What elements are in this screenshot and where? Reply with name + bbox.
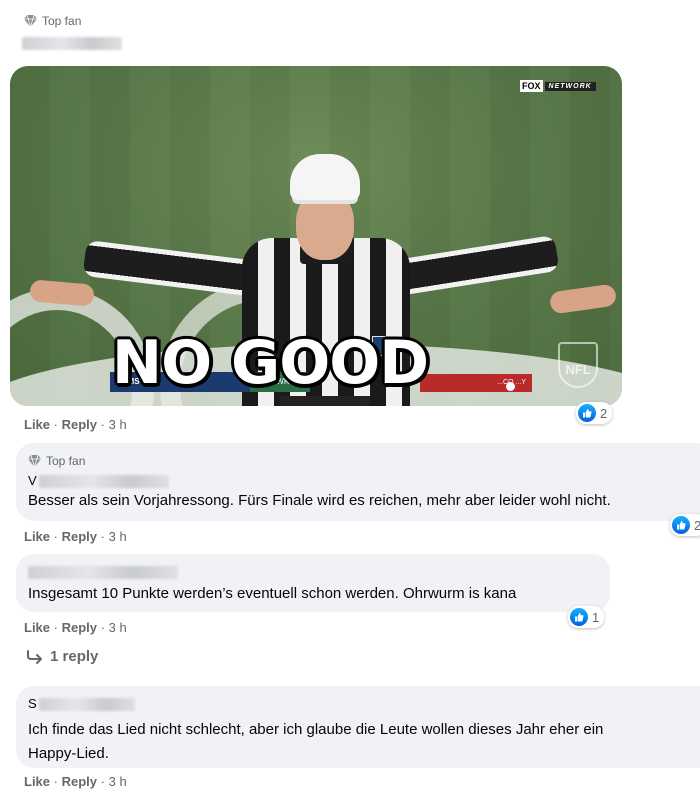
like-icon (672, 516, 690, 534)
reaction-count: 2 (600, 405, 608, 421)
separator: · (53, 620, 58, 635)
separator: · (53, 417, 58, 432)
top-fan-label: Top fan (46, 454, 86, 468)
commenter-name-redacted[interactable] (22, 37, 122, 50)
separator: · (53, 529, 58, 544)
commenter-name[interactable]: V (28, 471, 700, 491)
comment-text-line-2: Happy-Lied. (28, 745, 109, 762)
reply-link[interactable]: Reply (62, 774, 97, 789)
name-initial: V (28, 473, 37, 488)
separator: · (100, 417, 105, 432)
view-replies-link[interactable]: 1 reply (26, 648, 98, 665)
comment-bubble: Insgesamt 10 Punkte werden’s eventuell s… (16, 554, 610, 612)
reaction-count-badge[interactable]: 1 (568, 606, 605, 628)
comment-actions: Like · Reply · 3 h (24, 417, 127, 432)
name-redacted (38, 697, 135, 711)
reaction-count-badge[interactable]: 2 (670, 514, 700, 536)
commenter-name-redacted[interactable] (28, 566, 178, 579)
diamond-icon (24, 15, 37, 27)
network-logo-text: NETWORK (544, 81, 596, 91)
reaction-count: 2 (694, 517, 700, 533)
nfl-logo: NFL (558, 342, 598, 388)
like-icon (578, 404, 596, 422)
timestamp[interactable]: 3 h (109, 620, 127, 635)
top-fan-badge: Top fan (28, 451, 700, 471)
reply-link[interactable]: Reply (62, 620, 97, 635)
like-link[interactable]: Like (24, 620, 50, 635)
referee-hand (548, 283, 618, 315)
name-initial: S (28, 696, 37, 711)
fox-logo-text: FOX (520, 80, 543, 92)
referee-head (296, 190, 354, 260)
referee-cap (290, 154, 360, 200)
reply-link[interactable]: Reply (62, 417, 97, 432)
replies-count-label: 1 reply (50, 648, 99, 665)
gif-caption: NO GOOD (111, 328, 429, 398)
diamond-icon (28, 455, 41, 467)
separator: · (100, 774, 105, 789)
like-icon (570, 608, 588, 626)
timestamp[interactable]: 3 h (109, 529, 127, 544)
comment-bubble: S Ich finde das Lied nicht schlecht, abe… (16, 686, 700, 768)
name-redacted (38, 474, 169, 488)
comment-text: Besser als sein Vorjahressong. Fürs Fina… (28, 492, 611, 509)
timestamp[interactable]: 3 h (109, 417, 127, 432)
separator: · (100, 529, 105, 544)
reply-arrow-icon (27, 649, 42, 664)
reply-link[interactable]: Reply (62, 529, 97, 544)
comment-actions: Like · Reply · 3 h (24, 529, 127, 544)
comment-bubble: Top fan V Besser als sein Vorjahressong.… (16, 443, 700, 521)
top-fan-label: Top fan (42, 14, 82, 28)
commenter-name[interactable]: S (28, 694, 700, 714)
gif-indicator (506, 382, 515, 391)
reaction-count-badge[interactable]: 2 (576, 402, 613, 424)
comment-actions: Like · Reply · 3 h (24, 774, 127, 789)
gif-image[interactable]: FOX NETWORK RAMS HAWKS ...CO ...Y NFL NO… (10, 66, 622, 406)
timestamp[interactable]: 3 h (109, 774, 127, 789)
reaction-count: 1 (592, 609, 600, 625)
comment-text: Insgesamt 10 Punkte werden’s eventuell s… (28, 585, 517, 602)
separator: · (53, 774, 58, 789)
comment-text-line-1: Ich finde das Lied nicht schlecht, aber … (28, 721, 604, 738)
like-link[interactable]: Like (24, 529, 50, 544)
like-link[interactable]: Like (24, 774, 50, 789)
fox-network-logo: FOX NETWORK (520, 80, 596, 92)
like-link[interactable]: Like (24, 417, 50, 432)
separator: · (100, 620, 105, 635)
top-fan-badge: Top fan (24, 14, 81, 28)
comment-actions: Like · Reply · 3 h (24, 620, 127, 635)
